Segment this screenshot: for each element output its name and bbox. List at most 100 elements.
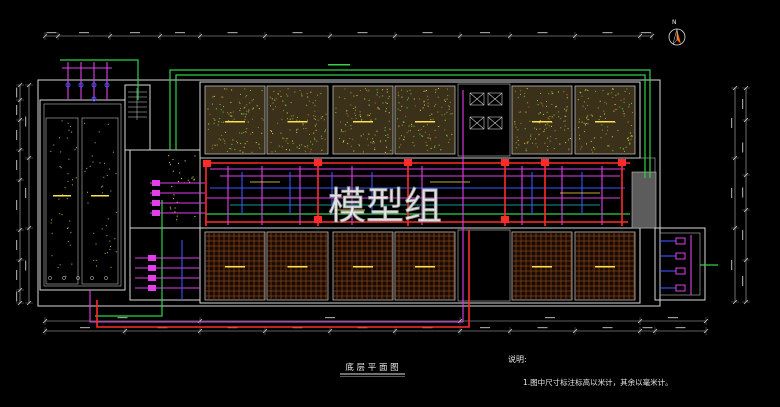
tank-texture-dot — [550, 136, 552, 138]
tank-texture-dot — [238, 101, 240, 103]
dimension-value-mark — [641, 32, 651, 34]
tank-texture-dot — [283, 138, 285, 139]
tank-texture-dot — [587, 97, 589, 99]
tank-texture-dot — [518, 111, 520, 113]
tank-texture-dot — [614, 104, 616, 105]
tank-texture-dot — [241, 113, 243, 115]
tank-texture-dot — [587, 90, 589, 91]
dimension-value-mark — [175, 32, 185, 34]
tank-texture-dot — [626, 88, 628, 90]
annotation-dot — [172, 170, 174, 172]
tank-texture-dot — [353, 150, 355, 152]
tank-texture-dot — [102, 185, 104, 187]
north-arrow-pointer — [677, 29, 681, 44]
tank-texture-dot — [252, 99, 254, 101]
tank-texture-dot — [207, 108, 209, 110]
tank-texture-dot — [591, 149, 593, 151]
left-tank-compartment-b — [81, 117, 119, 285]
tank-texture-dot — [314, 139, 316, 141]
tank-texture-dot — [449, 101, 451, 103]
tank-texture-dot — [630, 138, 632, 140]
pump-symbol — [148, 275, 156, 281]
tank-texture-dot — [115, 211, 117, 213]
tank-texture-dot — [515, 147, 517, 149]
tank-texture-dot — [69, 126, 71, 128]
tank-texture-dot — [374, 134, 376, 136]
tank-texture-dot — [252, 118, 253, 120]
tank-texture-dot — [274, 99, 276, 101]
tank-texture-dot — [579, 138, 581, 140]
tank-texture-dot — [615, 94, 617, 96]
tank-texture-dot — [407, 99, 408, 101]
dimension-value-mark — [46, 32, 57, 34]
tank-texture-dot — [287, 142, 289, 144]
tank-texture-dot — [418, 129, 420, 131]
tank-texture-dot — [272, 133, 274, 135]
dimension-value-mark — [292, 32, 303, 34]
pump-symbol — [152, 200, 160, 206]
tank-texture-dot — [580, 148, 582, 150]
tank-texture-dot — [623, 98, 625, 100]
tank-texture-dot — [290, 102, 292, 104]
tank-texture-dot — [543, 113, 545, 115]
tank-texture-dot — [583, 122, 585, 124]
tank-texture-dot — [76, 147, 77, 149]
tank-texture-dot — [251, 108, 253, 110]
tank-texture-dot — [377, 108, 379, 110]
tank-texture-dot — [612, 89, 614, 90]
dimension-value-mark — [357, 32, 368, 34]
tank-texture-dot — [102, 192, 103, 194]
tank-texture-dot — [70, 231, 72, 233]
tank-texture-dot — [548, 93, 550, 95]
dimension-value-mark — [16, 270, 18, 280]
tank-texture-dot — [109, 240, 111, 242]
tank-texture-dot — [622, 110, 624, 112]
tank-texture-dot — [231, 115, 233, 117]
tank-texture-dot — [220, 139, 222, 141]
tank-texture-dot — [237, 142, 239, 144]
tank-texture-dot — [632, 112, 634, 113]
notes-header: 说明: — [508, 354, 527, 364]
tank-texture-dot — [230, 102, 232, 103]
tank-texture-dot — [544, 142, 546, 144]
tank-texture-dot — [239, 110, 241, 112]
tank-texture-dot — [292, 143, 294, 145]
tank-texture-dot — [366, 114, 368, 116]
tank-texture-dot — [444, 129, 446, 131]
tank-texture-dot — [314, 110, 316, 112]
tank-texture-dot — [340, 130, 342, 132]
tank-texture-dot — [240, 143, 242, 144]
tank-texture-dot — [207, 128, 209, 130]
tank-texture-dot — [346, 110, 348, 112]
tank-texture-dot — [401, 124, 403, 126]
tank-texture-dot — [385, 101, 387, 103]
pump-symbol — [675, 267, 686, 275]
tank-texture-dot — [406, 107, 408, 109]
annotation-dot — [172, 159, 174, 161]
tank-texture-dot — [527, 102, 529, 104]
tank-texture-dot — [74, 148, 76, 150]
tank-texture-dot — [112, 151, 114, 153]
tank-texture-dot — [368, 89, 370, 91]
tank-texture-dot — [243, 146, 245, 148]
tank-texture-dot — [222, 96, 224, 98]
pump-room-lower — [129, 227, 201, 301]
tank-texture-dot — [449, 138, 451, 140]
red-valve-block — [501, 159, 509, 166]
tank-texture-dot — [423, 91, 425, 92]
tank-texture-dot — [249, 102, 251, 104]
tank-texture-dot — [65, 275, 67, 277]
tank-texture-dot — [520, 93, 521, 95]
tank-texture-dot — [628, 93, 630, 94]
tank-texture-dot — [246, 95, 248, 97]
tank-texture-dot — [367, 144, 369, 146]
tank-texture-dot — [352, 138, 354, 140]
tank-texture-dot — [221, 121, 223, 123]
tank-texture-dot — [218, 121, 220, 123]
tank-texture-dot — [354, 106, 356, 108]
tank-texture-dot — [107, 123, 109, 125]
tank-texture-dot — [68, 129, 70, 131]
annotation-dot — [193, 179, 195, 181]
tank-texture-dot — [397, 92, 399, 94]
tank-texture-dot — [335, 107, 337, 109]
